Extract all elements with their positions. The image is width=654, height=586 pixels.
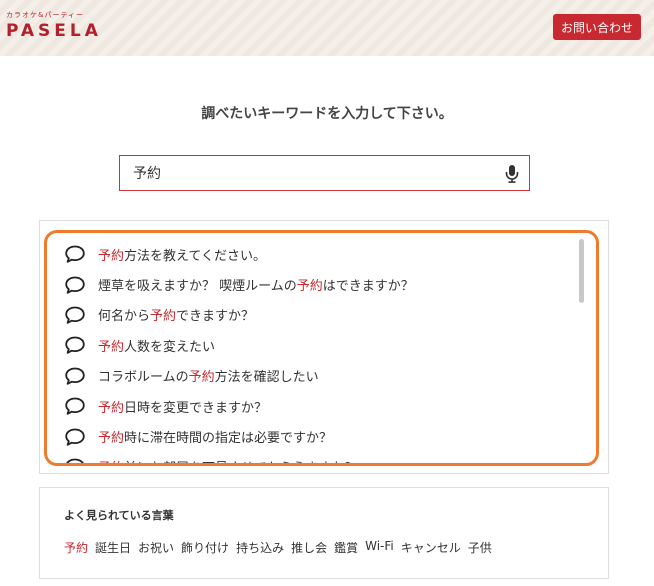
- popular-keyword-link[interactable]: 推し会: [291, 539, 327, 556]
- page-heading: 調べたいキーワードを入力して下さい。: [201, 106, 453, 122]
- speech-bubble-icon: [65, 397, 85, 415]
- suggestion-list: 予約 方法を教えてください。 煙草を吸えますか？ 喫煙ルームの 予約 はできますか？ 何名…: [65, 239, 576, 463]
- microphone-icon[interactable]: [505, 165, 519, 183]
- suggestion-text: コラボルームの: [98, 370, 189, 386]
- suggestion-item[interactable]: コラボルームの 予約 方法を確認したい: [65, 361, 576, 391]
- popular-keyword-link[interactable]: キャンセル: [401, 539, 461, 556]
- suggestion-text: 前にお部屋を下見させてもらえますか？: [124, 457, 357, 463]
- suggestion-keyword-highlight: 予約: [98, 431, 125, 447]
- suggestion-text: はできますか？: [322, 279, 414, 295]
- search-input[interactable]: [120, 156, 490, 190]
- suggestion-keyword-highlight: 予約: [188, 370, 215, 386]
- suggestion-item[interactable]: 予約 日時を変更できますか？: [65, 391, 576, 421]
- popular-keyword-link[interactable]: 飾り付け: [181, 539, 229, 556]
- suggestion-item[interactable]: 予約 方法を教えてください。: [65, 239, 576, 269]
- speech-bubble-icon: [65, 428, 85, 446]
- suggestion-text: 時に滞在時間の指定は必要ですか？: [124, 431, 333, 447]
- popular-keyword-link[interactable]: お祝い: [138, 539, 174, 556]
- suggestion-keyword-highlight: 予約: [150, 309, 177, 325]
- suggestion-text: 人数を変えたい: [124, 339, 216, 355]
- popular-keywords-panel: よく見られている言葉 予約 誕生日 お祝い 飾り付け 持ち込み 推し会 鑑賞 Wi-Fi キャン…: [39, 487, 609, 579]
- suggestion-item[interactable]: 予約前にお部屋を下見させてもらえますか？: [65, 452, 576, 463]
- suggestion-keyword-highlight: 予約: [296, 279, 323, 295]
- speech-bubble-icon: [65, 336, 85, 355]
- suggestion-item[interactable]: 何名から 予約 できますか？: [65, 300, 576, 330]
- speech-bubble-icon: [66, 458, 84, 463]
- suggestion-item[interactable]: 予約 人数を変えたい: [65, 330, 576, 360]
- search-box: [119, 155, 530, 191]
- popular-keyword-link[interactable]: Wi-Fi: [365, 539, 394, 556]
- suggestion-text: 日時を変更できますか？: [124, 400, 268, 416]
- suggestion-item[interactable]: 煙草を吸えますか？ 喫煙ルームの 予約 はできますか？: [65, 269, 576, 299]
- suggestion-keyword-highlight: 予約: [98, 400, 125, 416]
- suggestion-text: 方法を教えてください。: [124, 248, 266, 264]
- speech-bubble-icon: [65, 306, 85, 324]
- pasela-logo[interactable]: カラオケ&パーティー PASELA: [6, 11, 102, 41]
- suggestion-keyword-highlight: 予約: [98, 457, 124, 463]
- logo-tagline: カラオケ&パーティー: [6, 11, 85, 19]
- popular-keywords-list: 予約 誕生日 お祝い 飾り付け 持ち込み 推し会 鑑賞 Wi-Fi キャンセル 子供: [64, 539, 499, 556]
- popular-keyword-link[interactable]: 子供: [468, 539, 492, 556]
- suggestion-keyword-highlight: 予約: [98, 339, 125, 355]
- suggestion-item[interactable]: 予約 時に滞在時間の指定は必要ですか？: [65, 421, 576, 451]
- popular-keyword-link[interactable]: 鑑賞: [334, 539, 358, 556]
- suggestion-dropdown[interactable]: 予約 方法を教えてください。 煙草を吸えますか？ 喫煙ルームの 予約 はできますか？ 何名…: [44, 230, 599, 466]
- suggestion-text: 煙草を吸えますか？ 喫煙ルームの: [98, 279, 297, 295]
- popular-keywords-title: よく見られている言葉: [64, 509, 174, 522]
- suggestion-scrollbar[interactable]: [579, 239, 584, 303]
- suggestion-keyword-highlight: 予約: [98, 248, 125, 264]
- popular-keyword-link[interactable]: 予約: [64, 539, 88, 556]
- popular-keyword-link[interactable]: 誕生日: [95, 539, 131, 556]
- speech-bubble-icon: [65, 245, 85, 263]
- popular-keyword-link[interactable]: 持ち込み: [236, 539, 284, 556]
- suggestion-text: できますか？: [176, 309, 255, 325]
- logo-wordmark: PASELA: [6, 21, 102, 41]
- suggestion-text: 方法を確認したい: [214, 370, 319, 386]
- suggestion-text: 何名から: [98, 309, 151, 325]
- speech-bubble-icon: [65, 276, 85, 294]
- site-header: カラオケ&パーティー PASELA お問い合わせ: [0, 0, 654, 56]
- speech-bubble-icon: [65, 367, 85, 385]
- contact-button[interactable]: お問い合わせ: [553, 14, 641, 40]
